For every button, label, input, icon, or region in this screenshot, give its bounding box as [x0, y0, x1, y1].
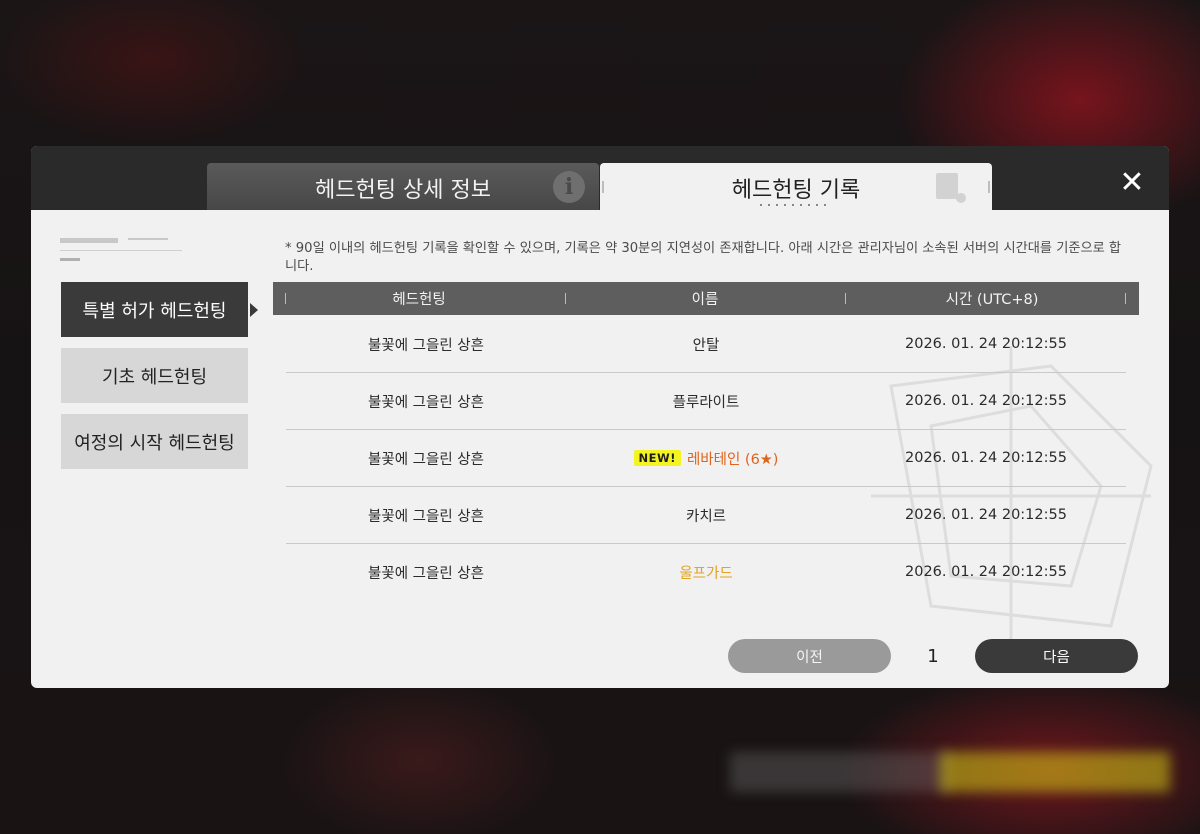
cell-name: 울프가드 [679, 565, 733, 582]
modal-header: 헤드헌팅 상세 정보 i 헤드헌팅 기록 ✕ [31, 146, 1169, 210]
cell-banner: 불꽃에 그을린 상흔 [368, 394, 484, 411]
tab-right-tick [988, 181, 990, 193]
sidebar-item-label: 특별 허가 헤드헌팅 [82, 300, 227, 322]
cell-banner: 불꽃에 그을린 상흔 [368, 565, 484, 582]
tab-active-indicator [760, 204, 832, 206]
table-row: 불꽃에 그을린 상흔 울프가드 2026. 01. 24 20:12:55 [286, 544, 1126, 600]
column-header-banner: 헤드헌팅 [392, 292, 446, 308]
sidebar-item-basic[interactable]: 기초 헤드헌팅 [61, 348, 248, 403]
cell-time: 2026. 01. 24 20:12:55 [905, 507, 1067, 523]
tab-headhunting-history[interactable]: 헤드헌팅 기록 [600, 163, 992, 210]
cell-name: NEW! 레바테인 (6★) [566, 430, 846, 486]
info-icon: i [553, 171, 585, 203]
cell-time: 2026. 01. 24 20:12:55 [905, 393, 1067, 409]
cell-name: 안탈 [692, 337, 720, 354]
cell-banner: 불꽃에 그을린 상흔 [368, 337, 484, 354]
cell-name: 카치르 [685, 508, 727, 525]
next-page-button[interactable]: 다음 [975, 639, 1138, 673]
background-blur-grey [730, 752, 950, 792]
tab-left-tick [602, 181, 604, 193]
table-row: 불꽃에 그을린 상흔 플루라이트 2026. 01. 24 20:12:55 [286, 373, 1126, 430]
sidebar-decoration [60, 238, 182, 264]
table-row: 불꽃에 그을린 상흔 카치르 2026. 01. 24 20:12:55 [286, 487, 1126, 544]
previous-page-button[interactable]: 이전 [728, 639, 891, 673]
cell-time: 2026. 01. 24 20:12:55 [905, 564, 1067, 580]
cell-banner: 불꽃에 그을린 상흔 [368, 451, 484, 468]
cell-time: 2026. 01. 24 20:12:55 [905, 336, 1067, 352]
cell-name: 플루라이트 [672, 394, 740, 411]
column-header-time: 시간 (UTC+8) [945, 292, 1039, 308]
six-star-name: 레바테인 (6★) [686, 451, 779, 468]
tab-details-label: 헤드헌팅 상세 정보 [315, 177, 491, 203]
sidebar-item-label: 기초 헤드헌팅 [101, 366, 208, 388]
column-header-name: 이름 [691, 292, 719, 308]
cell-time: 2026. 01. 24 20:12:55 [905, 450, 1067, 466]
headhunting-modal: 헤드헌팅 상세 정보 i 헤드헌팅 기록 ✕ 특별 허가 헤드헌팅 기초 헤드헌… [31, 146, 1169, 688]
page-number: 1 [927, 645, 939, 667]
history-notice: * 90일 이내의 헤드헌팅 기록을 확인할 수 있으며, 기록은 약 30분의… [285, 241, 1122, 274]
table-row: 불꽃에 그을린 상흔 NEW! 레바테인 (6★) 2026. 01. 24 2… [286, 430, 1126, 487]
background-blur-yellow [940, 752, 1170, 792]
tab-history-label: 헤드헌팅 기록 [731, 177, 861, 203]
cell-banner: 불꽃에 그을린 상흔 [368, 508, 484, 525]
table-header: 헤드헌팅 이름 시간 (UTC+8) [273, 282, 1139, 315]
tab-headhunting-details[interactable]: 헤드헌팅 상세 정보 i [207, 163, 599, 210]
sidebar-item-label: 여정의 시작 헤드헌팅 [74, 432, 235, 454]
sidebar-item-journey-start[interactable]: 여정의 시작 헤드헌팅 [61, 414, 248, 469]
new-badge: NEW! [633, 450, 681, 466]
document-icon [936, 173, 966, 203]
sidebar-item-special-permit[interactable]: 특별 허가 헤드헌팅 [61, 282, 258, 337]
close-button[interactable]: ✕ [1117, 168, 1147, 198]
table-row: 불꽃에 그을린 상흔 안탈 2026. 01. 24 20:12:55 [286, 316, 1126, 373]
